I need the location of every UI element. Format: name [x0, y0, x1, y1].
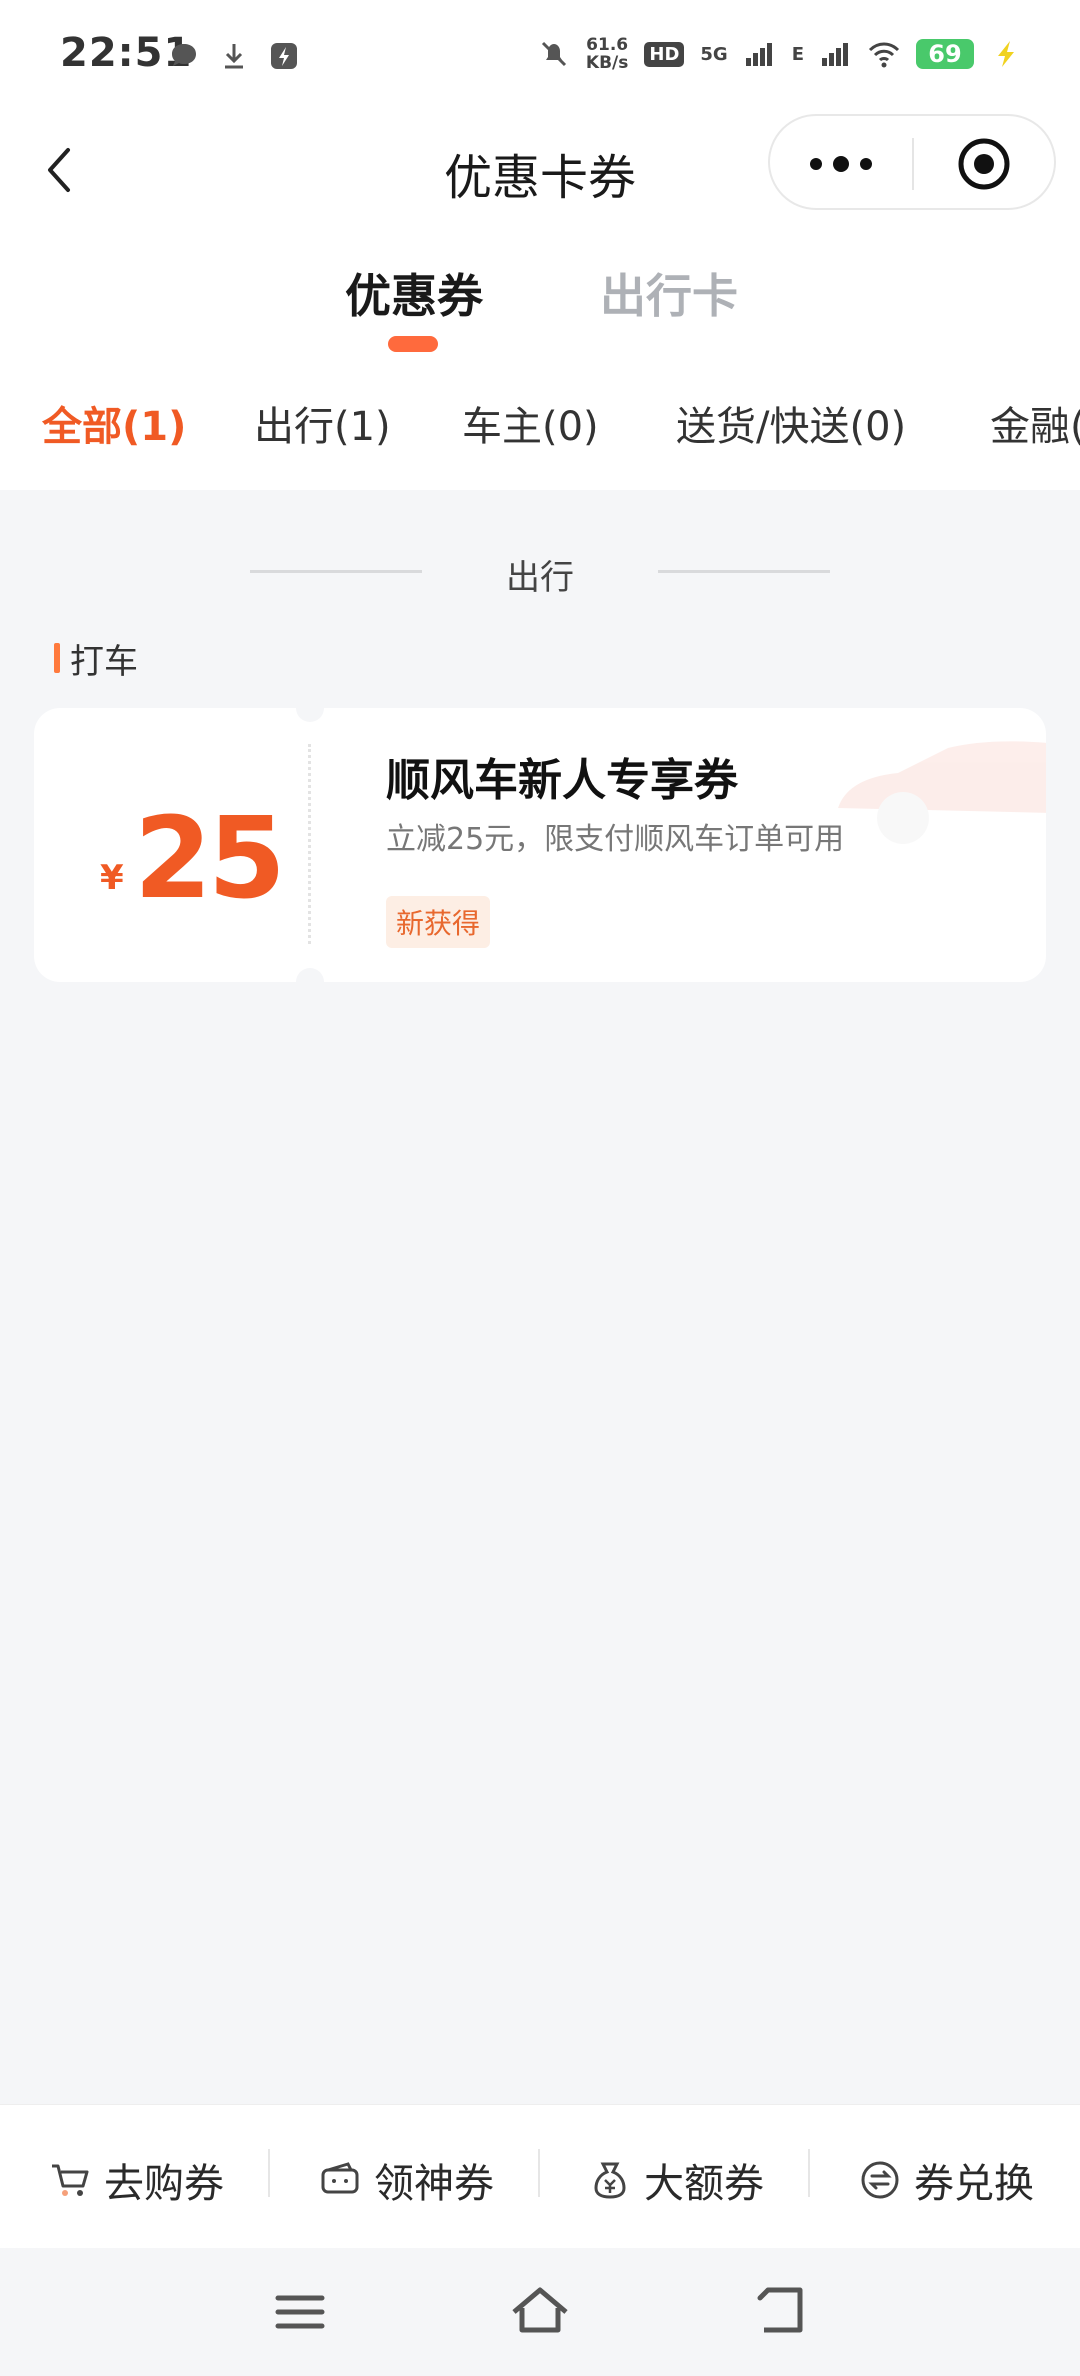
battery-icon: 69: [916, 39, 974, 69]
section-title: 出行: [506, 558, 574, 598]
title-bar: 优惠卡券: [0, 110, 1080, 230]
capsule-divider: [912, 138, 914, 190]
coupon-name: 顺风车新人专享券: [386, 755, 738, 806]
cat-tab-finance[interactable]: 金融(: [990, 394, 1080, 452]
signal-icon-2: [822, 43, 848, 66]
hd-badge: HD: [644, 41, 685, 67]
coupon-card[interactable]: ¥ 25 顺风车新人专享券 立减25元，限支付顺风车订单可用 新获得: [34, 694, 1046, 996]
bottom-action-bar: 去购券 领神券 大额券 券兑换: [0, 2104, 1080, 2248]
charging-icon: [998, 41, 1014, 67]
action-big-coupons[interactable]: 大额券: [588, 2151, 764, 2209]
more-dots-icon[interactable]: [806, 146, 876, 182]
status-bar: 22:51 61.6 KB/s HD 5G E 69: [0, 0, 1080, 110]
cat-tab-car-owner[interactable]: 车主(0): [462, 394, 599, 452]
action-get-coupons[interactable]: 领神券: [318, 2151, 494, 2209]
money-bag-icon: [594, 2162, 626, 2199]
speed-value: 61.6: [586, 35, 629, 55]
ticket-icon: [321, 2162, 359, 2194]
coupon-perforation: [308, 744, 311, 944]
mute-bell-icon: [541, 41, 566, 67]
close-target-icon[interactable]: [956, 136, 1012, 192]
system-nav-bar: [0, 2248, 1080, 2376]
divider-line-right: [658, 570, 830, 573]
cat-tab-delivery[interactable]: 送货/快送(0): [676, 394, 906, 452]
back-icon[interactable]: [748, 2280, 812, 2344]
wifi-icon: [868, 42, 900, 68]
speed-unit: KB/s: [585, 53, 629, 73]
subsection-header: 打车: [54, 636, 138, 682]
subsection-marker: [54, 643, 60, 673]
action-buy-coupons[interactable]: 去购券: [48, 2151, 224, 2209]
section-divider: 出行: [0, 548, 1080, 598]
action-divider: [538, 2149, 540, 2197]
coupon-notch-bottom: [296, 968, 324, 996]
action-label: 券兑换: [914, 2161, 1034, 2207]
cart-icon: [52, 2164, 89, 2196]
action-divider: [268, 2149, 270, 2197]
coupon-new-badge: 新获得: [386, 896, 491, 948]
status-system-icons: 61.6 KB/s HD 5G E 69: [538, 36, 1022, 72]
network-5g: 5G: [700, 43, 728, 65]
main-tabs: 优惠券 出行卡: [0, 230, 1080, 360]
action-divider: [808, 2149, 810, 2197]
subsection-title: 打车: [70, 641, 138, 682]
coupon-info-panel: 顺风车新人专享券 立减25元，限支付顺风车订单可用 新获得: [318, 708, 1046, 982]
currency-symbol: ¥: [100, 858, 124, 898]
home-icon[interactable]: [508, 2280, 572, 2344]
coupon-description: 立减25元，限支付顺风车订单可用: [386, 822, 845, 857]
tab-active-indicator: [388, 336, 438, 352]
signal-icon: [745, 43, 772, 66]
tab-coupons[interactable]: 优惠券: [345, 260, 483, 326]
download-icon: [225, 44, 243, 69]
coupon-notch-top: [296, 694, 324, 722]
cat-tab-travel[interactable]: 出行(1): [254, 394, 391, 452]
network-e: E: [791, 43, 804, 65]
network-speed: 61.6 KB/s: [586, 36, 628, 72]
category-tabs: 全部(1) 出行(1) 车主(0) 送货/快送(0) 金融(: [0, 360, 1080, 490]
action-exchange-coupons[interactable]: 券兑换: [858, 2151, 1034, 2209]
tab-travel-card[interactable]: 出行卡: [600, 260, 738, 326]
action-label: 大额券: [644, 2161, 764, 2207]
exchange-icon: [861, 2161, 899, 2199]
action-label: 去购券: [104, 2161, 224, 2207]
car-icon: [838, 741, 1046, 844]
action-label: 领神券: [374, 2161, 494, 2207]
message-icon: [172, 44, 196, 66]
status-notification-icons: [168, 40, 300, 72]
mini-program-capsule: [768, 114, 1056, 210]
app-notification-icon: [271, 43, 297, 69]
coupon-amount: 25: [134, 794, 286, 924]
coupon-amount-panel: ¥ 25: [34, 708, 302, 982]
menu-icon[interactable]: [268, 2280, 332, 2344]
cat-tab-all[interactable]: 全部(1): [42, 394, 186, 452]
